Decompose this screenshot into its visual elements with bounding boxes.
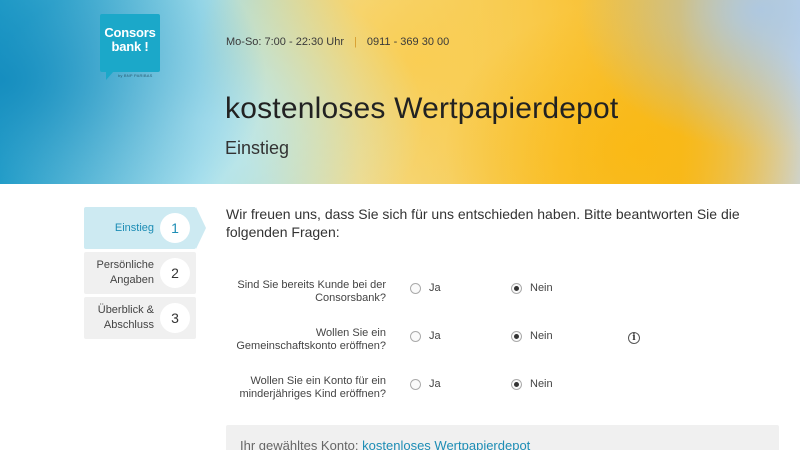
radio-no[interactable] <box>511 282 522 294</box>
summary-prefix: Ihr gewähltes Konto: <box>240 438 359 450</box>
minor-account-yes-option[interactable]: Ja <box>410 378 441 390</box>
consorsbank-logo[interactable]: Consors bank ! <box>100 14 160 72</box>
step-persoenliche-angaben[interactable]: Persönliche Angaben 2 <box>84 252 196 294</box>
header-banner: Consors bank ! by BNP PARIBAS Mo-So: 7:0… <box>0 0 800 184</box>
selected-account-link[interactable]: kostenloses Wertpapierdepot <box>362 438 530 450</box>
page-subtitle: Einstieg <box>225 138 290 158</box>
contact-info: Mo-So: 7:00 - 22:30 Uhr | 0911 - 369 30 00 <box>226 36 449 48</box>
option-label-yes: Ja <box>429 330 441 342</box>
step-einstieg[interactable]: Einstieg 1 <box>84 207 206 249</box>
step-label: Überblick & Abschluss <box>97 304 154 331</box>
logo-line-1: Consors <box>104 25 156 40</box>
option-label-no: Nein <box>530 330 553 342</box>
logo-speech-tail <box>106 71 114 80</box>
question-label: Sind Sie bereits Kunde bei der Consorsba… <box>237 279 386 304</box>
option-label-no: Nein <box>530 282 553 294</box>
question-label: Wollen Sie ein Konto für ein minderjähri… <box>239 375 386 400</box>
step-number: 3 <box>160 303 190 333</box>
radio-yes[interactable] <box>410 330 421 342</box>
radio-yes[interactable] <box>410 282 421 294</box>
opening-hours: Mo-So: 7:00 - 22:30 Uhr <box>226 36 345 48</box>
question-minor-account: Wollen Sie ein Konto für ein minderjähri… <box>226 375 666 407</box>
option-label-yes: Ja <box>429 378 441 390</box>
radio-yes[interactable] <box>410 378 421 390</box>
joint-account-yes-option[interactable]: Ja <box>410 330 441 342</box>
logo-subtext: by BNP PARIBAS <box>118 73 153 78</box>
question-existing-customer: Sind Sie bereits Kunde bei der Consorsba… <box>226 279 666 311</box>
info-icon[interactable]: i <box>628 332 640 344</box>
step-ueberblick-abschluss[interactable]: Überblick & Abschluss 3 <box>84 297 196 339</box>
radio-no[interactable] <box>511 378 522 390</box>
step-label: Einstieg <box>114 221 154 234</box>
selected-account-summary: Ihr gewähltes Konto: kostenloses Wertpap… <box>226 425 779 450</box>
step-number: 2 <box>160 258 190 288</box>
phone-number[interactable]: 0911 - 369 30 00 <box>367 36 449 48</box>
question-joint-account: Wollen Sie ein Gemeinschaftskonto eröffn… <box>226 327 666 359</box>
radio-no[interactable] <box>511 330 522 342</box>
existing-customer-yes-option[interactable]: Ja <box>410 282 441 294</box>
option-label-no: Nein <box>530 378 553 390</box>
option-label-yes: Ja <box>429 282 441 294</box>
logo-line-2: bank ! <box>111 39 149 54</box>
step-number: 1 <box>160 213 190 243</box>
step-label: Persönliche Angaben <box>96 259 154 286</box>
minor-account-no-option[interactable]: Nein <box>511 378 553 390</box>
question-label: Wollen Sie ein Gemeinschaftskonto eröffn… <box>236 327 386 352</box>
page-title: kostenloses Wertpapierdepot <box>225 92 619 125</box>
existing-customer-no-option[interactable]: Nein <box>511 282 553 294</box>
contact-separator: | <box>354 36 357 48</box>
intro-text: Wir freuen uns, dass Sie sich für uns en… <box>226 206 740 240</box>
joint-account-no-option[interactable]: Nein <box>511 330 553 342</box>
step-navigation: Einstieg 1 Persönliche Angaben 2 Überbli… <box>84 207 208 342</box>
